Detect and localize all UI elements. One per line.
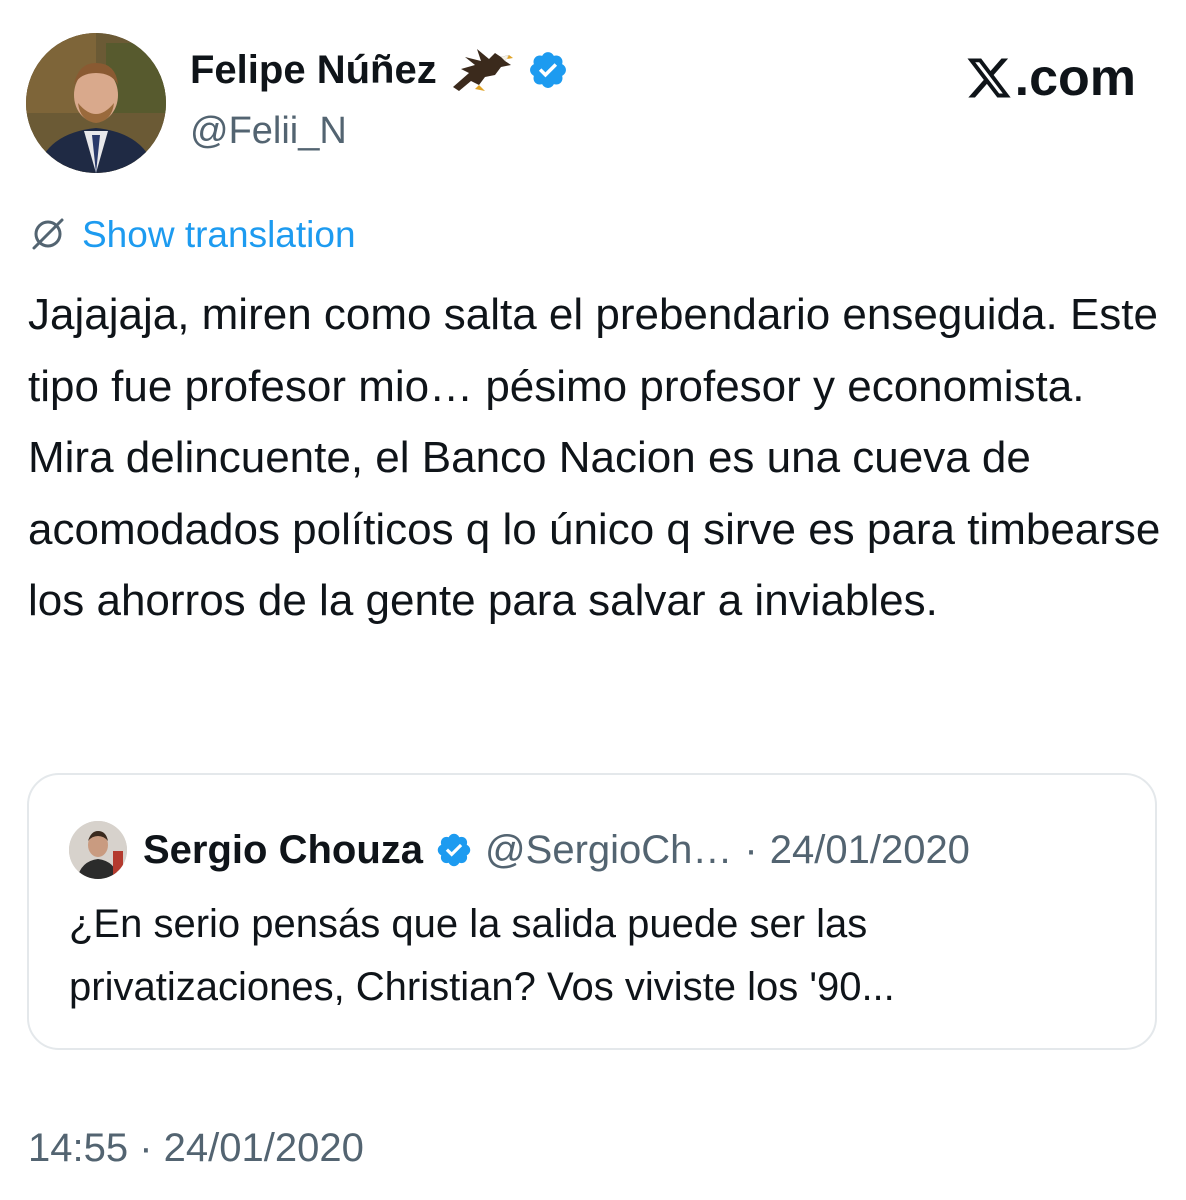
quoted-author-avatar xyxy=(69,821,127,879)
show-translation-label: Show translation xyxy=(82,213,356,255)
quoted-verified-badge-icon xyxy=(437,833,471,867)
verified-badge-icon xyxy=(529,52,566,88)
translate-icon xyxy=(32,218,64,250)
quoted-tweet-card[interactable]: Sergio Chouza @SergioCh… · 24/01/2020 ¿E… xyxy=(27,773,1157,1050)
brand-suffix: .com xyxy=(1014,49,1136,107)
author-name[interactable]: Felipe Núñez xyxy=(190,50,437,90)
tweet-text: Jajajaja, miren como salta el prebendari… xyxy=(28,290,1173,625)
show-translation-button[interactable]: Show translation xyxy=(28,214,356,254)
quoted-author-handle: @SergioCh… xyxy=(485,828,733,872)
author-avatar[interactable] xyxy=(26,33,166,173)
quoted-author-name: Sergio Chouza xyxy=(143,828,424,872)
quoted-author-avatar-image xyxy=(69,821,127,879)
quoted-tweet-date: 24/01/2020 xyxy=(769,828,970,872)
x-logo-icon xyxy=(967,58,1011,98)
author-name-row: Felipe Núñez xyxy=(190,47,569,93)
author-avatar-image xyxy=(26,33,166,173)
author-handle[interactable]: @Felii_N xyxy=(190,112,347,150)
quoted-tweet-text: ¿En serio pensás que la salida puede ser… xyxy=(69,902,895,1009)
eagle-icon xyxy=(452,49,513,91)
brand-logo: .com xyxy=(965,52,1136,104)
quoted-meta-separator: · xyxy=(744,828,758,872)
tweet-timestamp[interactable]: 14:55 · 24/01/2020 xyxy=(28,1128,364,1168)
quoted-tweet-header: Sergio Chouza @SergioCh… · 24/01/2020 xyxy=(69,821,970,879)
